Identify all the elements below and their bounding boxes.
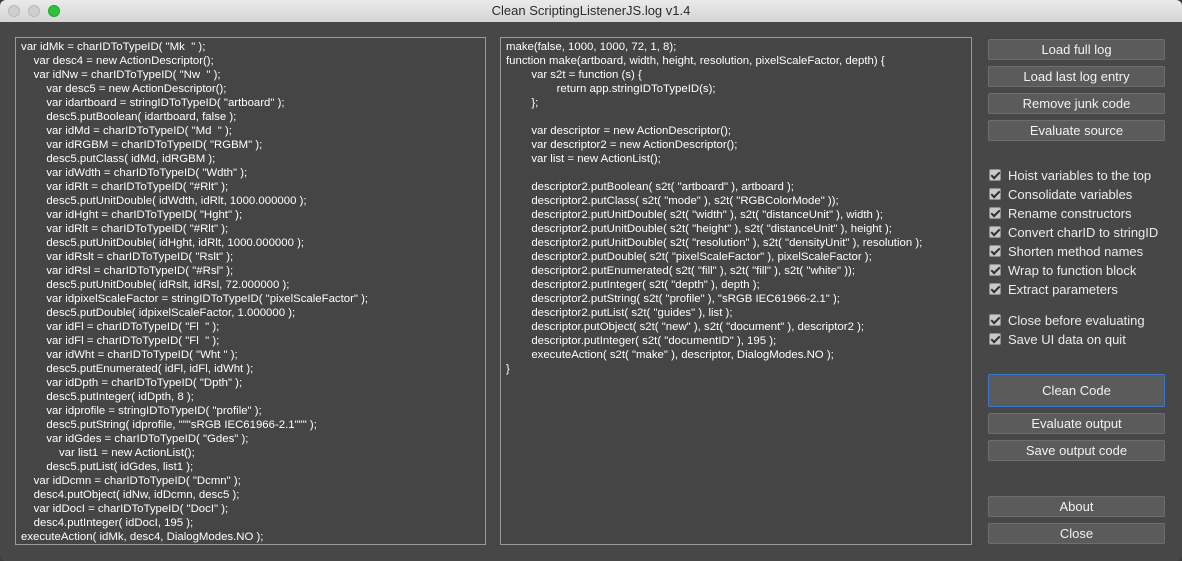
code-line: var idWdth = charIDToTypeID( "Wdth" ); xyxy=(21,167,248,179)
option-label: Extract parameters xyxy=(1008,282,1118,297)
code-line: var idNw = charIDToTypeID( "Nw " ); xyxy=(21,69,221,81)
checkbox-checked-icon[interactable] xyxy=(989,169,1001,181)
checkbox-checked-icon[interactable] xyxy=(989,314,1001,326)
code-line: var idpixelScaleFactor = stringIDToTypeI… xyxy=(21,293,369,305)
code-line: var idDpth = charIDToTypeID( "Dpth" ); xyxy=(21,377,243,389)
code-line: var idMk = charIDToTypeID( "Mk " ); xyxy=(21,41,206,53)
load-last-log-entry-button[interactable]: Load last log entry xyxy=(988,66,1165,87)
evaluate-source-button[interactable]: Evaluate source xyxy=(988,120,1165,141)
checkbox-checked-icon[interactable] xyxy=(989,226,1001,238)
code-line: desc5.putUnitDouble( idHght, idRlt, 1000… xyxy=(21,237,305,249)
output-code-pane[interactable]: make(false, 1000, 1000, 72, 1, 8); functi… xyxy=(500,37,972,545)
code-line: }; xyxy=(506,97,539,109)
code-line: make(false, 1000, 1000, 72, 1, 8); xyxy=(506,41,677,53)
code-line: descriptor2.putClass( s2t( "mode" ), s2t… xyxy=(506,195,839,207)
about-button[interactable]: About xyxy=(988,496,1165,517)
option-label: Convert charID to stringID xyxy=(1008,225,1159,240)
code-line: var idMd = charIDToTypeID( "Md " ); xyxy=(21,125,232,137)
code-line: desc5.putUnitDouble( idWdth, idRlt, 1000… xyxy=(21,195,307,207)
code-line: var idFl = charIDToTypeID( "Fl " ); xyxy=(21,321,220,333)
code-line: } xyxy=(506,363,510,375)
option-label: Shorten method names xyxy=(1008,244,1144,259)
code-line: descriptor2.putUnitDouble( s2t( "resolut… xyxy=(506,237,923,249)
checkbox-checked-icon[interactable] xyxy=(989,245,1001,257)
option-label: Save UI data on quit xyxy=(1008,332,1126,347)
code-line: desc5.putClass( idMd, idRGBM ); xyxy=(21,153,216,165)
code-line: descriptor.putInteger( s2t( "documentID"… xyxy=(506,335,777,347)
option-label: Close before evaluating xyxy=(1008,313,1145,328)
code-line: descriptor2.putBoolean( s2t( "artboard" … xyxy=(506,181,794,193)
code-line: executeAction( s2t( "make" ), descriptor… xyxy=(506,349,834,361)
code-line: descriptor2.putUnitDouble( s2t( "height"… xyxy=(506,223,892,235)
code-line: desc5.putEnumerated( idFl, idFl, idWht )… xyxy=(21,363,254,375)
code-line: var idGdes = charIDToTypeID( "Gdes" ); xyxy=(21,433,249,445)
checkbox-checked-icon[interactable] xyxy=(989,188,1001,200)
option-label: Consolidate variables xyxy=(1008,187,1133,202)
output-code-text[interactable]: make(false, 1000, 1000, 72, 1, 8); functi… xyxy=(501,38,971,378)
code-line: var descriptor2 = new ActionDescriptor()… xyxy=(506,139,738,151)
code-line: var idFl = charIDToTypeID( "Fl " ); xyxy=(21,335,220,347)
remove-junk-code-button[interactable]: Remove junk code xyxy=(988,93,1165,114)
code-line: var idDocI = charIDToTypeID( "DocI" ); xyxy=(21,503,229,515)
code-line: return app.stringIDToTypeID(s); xyxy=(506,83,716,95)
code-line: function make(artboard, width, height, r… xyxy=(506,55,885,67)
code-line: descriptor2.putString( s2t( "profile" ),… xyxy=(506,293,840,305)
checkbox-checked-icon[interactable] xyxy=(989,264,1001,276)
source-code-text[interactable]: var idMk = charIDToTypeID( "Mk " ); var … xyxy=(16,38,485,544)
option-label: Wrap to function block xyxy=(1008,263,1137,278)
checkbox-checked-icon[interactable] xyxy=(989,207,1001,219)
code-line: desc4.putInteger( idDocI, 195 ); xyxy=(21,517,194,529)
code-line: desc4.putObject( idNw, idDcmn, desc5 ); xyxy=(21,489,240,501)
code-line: executeAction( idMk, desc4, DialogModes.… xyxy=(21,531,264,543)
code-line: descriptor2.putInteger( s2t( "depth" ), … xyxy=(506,279,760,291)
main-content: var idMk = charIDToTypeID( "Mk " ); var … xyxy=(0,22,1182,561)
code-line: var list1 = new ActionList(); xyxy=(21,447,195,459)
code-line: desc5.putBoolean( idartboard, false ); xyxy=(21,111,237,123)
app-window: Clean ScriptingListenerJS.log v1.4 var i… xyxy=(0,0,1182,561)
code-line: var list = new ActionList(); xyxy=(506,153,661,165)
code-line: descriptor2.putList( s2t( "guides" ), li… xyxy=(506,307,733,319)
code-line: var desc4 = new ActionDescriptor(); xyxy=(21,55,214,67)
clean-code-button[interactable]: Clean Code xyxy=(988,374,1165,407)
code-line: var idRslt = charIDToTypeID( "Rslt" ); xyxy=(21,251,234,263)
checkbox-checked-icon[interactable] xyxy=(989,333,1001,345)
code-line: var idRlt = charIDToTypeID( "#Rlt" ); xyxy=(21,223,229,235)
code-line: var s2t = function (s) { xyxy=(506,69,642,81)
source-code-pane[interactable]: var idMk = charIDToTypeID( "Mk " ); var … xyxy=(15,37,486,545)
option-label: Rename constructors xyxy=(1008,206,1132,221)
window-title: Clean ScriptingListenerJS.log v1.4 xyxy=(491,3,691,18)
code-line: desc5.putUnitDouble( idRslt, idRsl, 72.0… xyxy=(21,279,290,291)
option-label: Hoist variables to the top xyxy=(1008,168,1152,183)
code-line: var idWht = charIDToTypeID( "Wht " ); xyxy=(21,349,238,361)
code-line: var descriptor = new ActionDescriptor(); xyxy=(506,125,732,137)
code-line: descriptor.putObject( s2t( "new" ), s2t(… xyxy=(506,321,865,333)
code-line: var idRsl = charIDToTypeID( "#Rsl" ); xyxy=(21,265,234,277)
code-line: desc5.putDouble( idpixelScaleFactor, 1.0… xyxy=(21,307,296,319)
code-line: var idprofile = stringIDToTypeID( "profi… xyxy=(21,405,262,417)
title-bar: Clean ScriptingListenerJS.log v1.4 xyxy=(0,0,1182,23)
code-line: var idRlt = charIDToTypeID( "#Rlt" ); xyxy=(21,181,229,193)
code-line: descriptor2.putDouble( s2t( "pixelScaleF… xyxy=(506,251,872,263)
code-line: descriptor2.putUnitDouble( s2t( "width" … xyxy=(506,209,884,221)
load-full-log-button[interactable]: Load full log xyxy=(988,39,1165,60)
code-line: var idartboard = stringIDToTypeID( "artb… xyxy=(21,97,285,109)
code-line: desc5.putString( idprofile, """sRGB IEC6… xyxy=(21,419,317,431)
code-line: descriptor2.putEnumerated( s2t( "fill" )… xyxy=(506,265,855,277)
save-output-code-button[interactable]: Save output code xyxy=(988,440,1165,461)
checkbox-checked-icon[interactable] xyxy=(989,283,1001,295)
close-button[interactable]: Close xyxy=(988,523,1165,544)
code-line: var idRGBM = charIDToTypeID( "RGBM" ); xyxy=(21,139,263,151)
evaluate-output-button[interactable]: Evaluate output xyxy=(988,413,1165,434)
code-line: var idDcmn = charIDToTypeID( "Dcmn" ); xyxy=(21,475,241,487)
code-line: desc5.putList( idGdes, list1 ); xyxy=(21,461,194,473)
code-line: var idHght = charIDToTypeID( "Hght" ); xyxy=(21,209,243,221)
code-line: var desc5 = new ActionDescriptor(); xyxy=(21,83,227,95)
code-line: desc5.putInteger( idDpth, 8 ); xyxy=(21,391,194,403)
